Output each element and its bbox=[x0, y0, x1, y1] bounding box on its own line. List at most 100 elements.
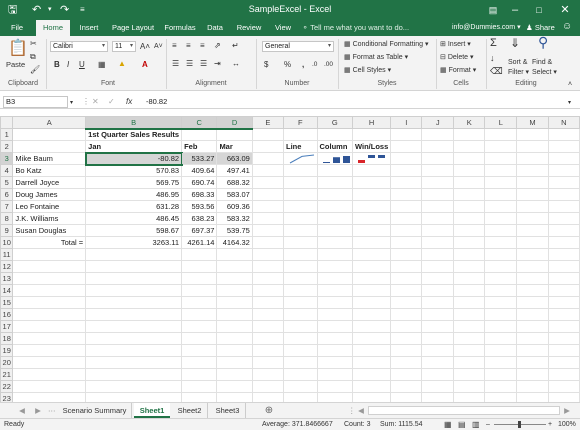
page-layout-view-icon[interactable]: ▤ bbox=[458, 419, 466, 430]
row-header[interactable]: 19 bbox=[0, 344, 14, 357]
cell[interactable] bbox=[390, 380, 423, 393]
cell[interactable] bbox=[351, 332, 392, 345]
column-header[interactable]: K bbox=[453, 116, 486, 129]
tab-formulas[interactable]: Formulas bbox=[160, 20, 200, 36]
cell[interactable] bbox=[216, 368, 253, 381]
cell[interactable] bbox=[516, 308, 549, 321]
format-painter-icon[interactable]: 🖌 bbox=[30, 65, 40, 75]
cell[interactable] bbox=[85, 260, 183, 273]
cell[interactable] bbox=[316, 128, 353, 141]
cell[interactable] bbox=[316, 200, 353, 213]
enter-icon[interactable]: ✓ bbox=[108, 97, 115, 107]
align-middle-icon[interactable]: ≡ bbox=[186, 41, 191, 51]
row-header[interactable]: 6 bbox=[0, 188, 14, 201]
cell[interactable] bbox=[390, 236, 423, 249]
cell[interactable] bbox=[390, 224, 423, 237]
cell[interactable] bbox=[453, 332, 486, 345]
decrease-font-icon[interactable]: A˅ bbox=[154, 42, 163, 52]
tab-insert[interactable]: Insert bbox=[72, 20, 106, 36]
paste-icon[interactable]: 📋 bbox=[8, 40, 28, 58]
cell[interactable] bbox=[316, 248, 353, 261]
cell[interactable] bbox=[351, 272, 392, 285]
column-header[interactable]: M bbox=[516, 116, 549, 129]
sheet-title-cell[interactable]: 1st Quarter Sales Results bbox=[85, 128, 183, 141]
formula-input[interactable]: -80.82 bbox=[146, 95, 167, 109]
feb-cell[interactable]: 698.33 bbox=[181, 188, 218, 201]
cell[interactable] bbox=[516, 356, 549, 369]
cell[interactable] bbox=[216, 308, 253, 321]
mar-cell[interactable]: 609.36 bbox=[216, 200, 253, 213]
paste-button[interactable]: Paste bbox=[6, 60, 25, 70]
sheet-tab-sheet1[interactable]: Sheet1 bbox=[134, 403, 170, 418]
name-cell[interactable]: J.K. Williams bbox=[12, 212, 87, 225]
column-header[interactable]: N bbox=[547, 116, 580, 129]
cell[interactable] bbox=[390, 344, 423, 357]
sheet-tab-sheet3[interactable]: Sheet3 bbox=[210, 403, 246, 418]
cut-icon[interactable]: ✂ bbox=[30, 39, 37, 49]
cell[interactable] bbox=[453, 140, 486, 153]
cell[interactable] bbox=[484, 332, 518, 345]
cell[interactable] bbox=[547, 140, 580, 153]
minimize-button[interactable]: – bbox=[504, 2, 526, 18]
fill-icon[interactable]: ↓ bbox=[490, 53, 495, 63]
sheet-tab-scenario-summary[interactable]: Scenario Summary bbox=[58, 403, 132, 418]
expand-formula-bar-icon[interactable]: ▾ bbox=[568, 98, 571, 108]
cell[interactable] bbox=[12, 284, 87, 297]
cell[interactable] bbox=[390, 188, 423, 201]
cell[interactable] bbox=[421, 296, 455, 309]
mar-cell[interactable]: 663.09 bbox=[216, 152, 253, 165]
cell[interactable] bbox=[351, 128, 392, 141]
cell[interactable] bbox=[547, 356, 580, 369]
delete-cells-button[interactable]: ⊟ Delete ▾ bbox=[440, 53, 474, 63]
cell[interactable] bbox=[251, 308, 285, 321]
column-header[interactable]: E bbox=[251, 116, 285, 129]
scroll-right-icon[interactable]: ▶ bbox=[32, 403, 44, 418]
cell[interactable] bbox=[421, 164, 455, 177]
row-header[interactable]: 3 bbox=[0, 152, 14, 165]
percent-icon[interactable]: % bbox=[284, 60, 291, 70]
cell[interactable] bbox=[390, 368, 423, 381]
column-header[interactable]: J bbox=[421, 116, 455, 129]
cell[interactable] bbox=[251, 380, 285, 393]
cell[interactable] bbox=[516, 224, 549, 237]
sort-filter-icon[interactable]: ⇓ bbox=[510, 37, 520, 49]
conditional-formatting-button[interactable]: ▦ Conditional Formatting ▾ bbox=[344, 40, 428, 50]
cell[interactable] bbox=[547, 272, 580, 285]
wrap-text-icon[interactable]: ↵ bbox=[232, 41, 239, 51]
orientation-icon[interactable]: ⇗ bbox=[214, 41, 221, 51]
cell[interactable] bbox=[85, 248, 183, 261]
feb-cell[interactable]: 409.64 bbox=[181, 164, 218, 177]
cell[interactable] bbox=[453, 356, 486, 369]
cell[interactable] bbox=[453, 128, 486, 141]
cell[interactable] bbox=[484, 296, 518, 309]
cell[interactable] bbox=[351, 296, 392, 309]
cell[interactable] bbox=[251, 284, 285, 297]
name-box[interactable]: B3 bbox=[3, 96, 68, 108]
cell[interactable] bbox=[484, 188, 518, 201]
cell[interactable] bbox=[316, 236, 353, 249]
maximize-button[interactable]: □ bbox=[528, 2, 550, 18]
cell[interactable] bbox=[516, 332, 549, 345]
feb-cell[interactable]: 593.56 bbox=[181, 200, 218, 213]
tab-home[interactable]: Home bbox=[36, 20, 70, 36]
cell[interactable] bbox=[484, 140, 518, 153]
cell[interactable] bbox=[421, 272, 455, 285]
cell[interactable] bbox=[316, 332, 353, 345]
cell[interactable] bbox=[421, 188, 455, 201]
cell[interactable] bbox=[85, 356, 183, 369]
column-header[interactable]: L bbox=[484, 116, 518, 129]
cell[interactable] bbox=[316, 320, 353, 333]
cell[interactable] bbox=[390, 200, 423, 213]
row-header[interactable]: 22 bbox=[0, 380, 14, 393]
feb-cell[interactable]: 697.37 bbox=[181, 224, 218, 237]
cell[interactable] bbox=[351, 260, 392, 273]
cell[interactable] bbox=[251, 296, 285, 309]
row-header[interactable]: 11 bbox=[0, 248, 14, 261]
cell[interactable] bbox=[251, 332, 285, 345]
zoom-slider-thumb[interactable] bbox=[518, 421, 521, 428]
cell[interactable] bbox=[283, 320, 318, 333]
align-left-icon[interactable]: ☰ bbox=[172, 59, 179, 69]
cell[interactable] bbox=[181, 332, 218, 345]
cell[interactable] bbox=[251, 164, 285, 177]
split-handle-icon[interactable]: ⋮ bbox=[348, 403, 356, 418]
